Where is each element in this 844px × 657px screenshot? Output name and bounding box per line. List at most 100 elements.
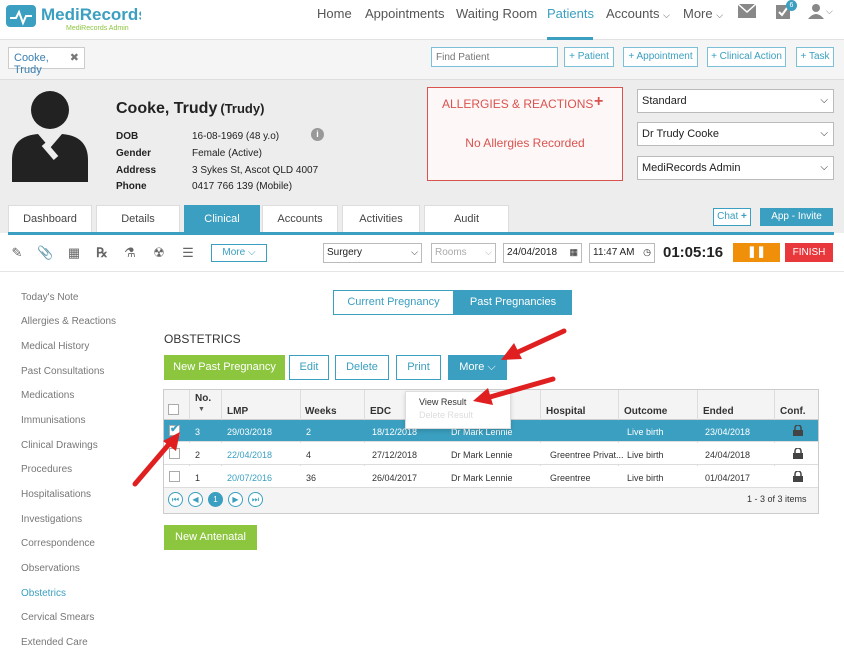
tab-dashboard[interactable]: Dashboard	[8, 205, 92, 233]
chevron-down-icon: ⌵	[485, 247, 492, 257]
delete-button[interactable]: Delete	[335, 355, 389, 380]
sidebar-item-medications[interactable]: Medications	[21, 390, 74, 401]
add-clinical-action-button[interactable]: + Clinical Action	[707, 47, 786, 67]
sidebar-item-obstetrics[interactable]: Obstetrics	[21, 588, 66, 599]
radiation-icon[interactable]: ☢	[151, 245, 167, 261]
sidebar-item-clinical-drawings[interactable]: Clinical Drawings	[21, 440, 98, 451]
gender-value: Female (Active)	[192, 148, 263, 159]
header-edc[interactable]: EDC	[370, 406, 391, 417]
sidebar-item-immunisations[interactable]: Immunisations	[21, 415, 85, 426]
rooms-select[interactable]: Rooms ⌵	[431, 243, 496, 263]
sidebar-item-cervical-smears[interactable]: Cervical Smears	[21, 612, 94, 623]
header-lmp[interactable]: LMP	[227, 406, 248, 417]
sidebar-item-observations[interactable]: Observations	[21, 563, 80, 574]
row-checkbox[interactable]	[169, 448, 180, 459]
header-no[interactable]: No.	[195, 393, 211, 404]
admin-select[interactable]: MediRecords Admin ⌵	[637, 156, 834, 180]
sidebar-item-procedures[interactable]: Procedures	[21, 464, 72, 475]
new-past-pregnancy-button[interactable]: New Past Pregnancy	[164, 355, 285, 380]
info-icon[interactable]: i	[311, 128, 324, 141]
header-hospital[interactable]: Hospital	[546, 406, 585, 417]
cell-lmp[interactable]: 29/03/2018	[227, 427, 272, 437]
sidebar-item-medical-history[interactable]: Medical History	[21, 341, 89, 352]
sidebar-item-past-consultations[interactable]: Past Consultations	[21, 366, 104, 377]
nav-accounts[interactable]: Accounts ⌵	[606, 6, 670, 21]
medirecords-logo[interactable]: MediRecords MediRecords Admin	[6, 2, 141, 36]
tab-audit[interactable]: Audit	[424, 205, 509, 233]
sidebar-item-investigations[interactable]: Investigations	[21, 514, 82, 525]
user-icon[interactable]	[808, 3, 824, 19]
clock-icon[interactable]: ◷	[643, 247, 651, 258]
nav-more[interactable]: More ⌵	[683, 6, 723, 21]
doctor-select[interactable]: Dr Trudy Cooke ⌵	[637, 122, 834, 146]
calendar-icon[interactable]: ▦	[569, 247, 578, 258]
header-conf[interactable]: Conf.	[780, 406, 806, 417]
header-ended[interactable]: Ended	[703, 406, 734, 417]
notes-icon[interactable]: ✎	[9, 245, 25, 261]
sidebar-item-allergies[interactable]: Allergies & Reactions	[21, 316, 116, 327]
last-page-icon[interactable]: ⏭	[248, 492, 263, 507]
view-result-menu-item[interactable]: View Result	[419, 397, 466, 407]
nav-home[interactable]: Home	[317, 6, 352, 21]
pause-icon: ❚❚	[747, 246, 766, 258]
sidebar-item-todays-note[interactable]: Today's Note	[21, 292, 79, 303]
add-patient-button[interactable]: + Patient	[564, 47, 614, 67]
nav-waiting-room[interactable]: Waiting Room	[456, 6, 537, 21]
sidebar-item-extended-care[interactable]: Extended Care	[21, 637, 88, 648]
location-select[interactable]: Surgery ⌵	[323, 243, 422, 263]
edit-button[interactable]: Edit	[289, 355, 329, 380]
tab-accounts[interactable]: Accounts	[262, 205, 338, 233]
cell-lmp[interactable]: 22/04/2018	[227, 450, 272, 460]
toolbar-more-button[interactable]: More ⌵	[211, 244, 267, 262]
toolbar-more-label: More	[222, 247, 246, 258]
new-antenatal-button[interactable]: New Antenatal	[164, 525, 257, 550]
tab-clinical[interactable]: Clinical	[184, 205, 260, 233]
add-appointment-button[interactable]: + Appointment	[623, 47, 698, 67]
next-page-icon[interactable]: ▶	[228, 492, 243, 507]
nav-patients[interactable]: Patients	[547, 6, 594, 21]
sidebar-item-hospitalisations[interactable]: Hospitalisations	[21, 489, 91, 500]
nav-appointments[interactable]: Appointments	[365, 6, 445, 21]
header-outcome[interactable]: Outcome	[624, 406, 667, 417]
past-pregnancies-toggle[interactable]: Past Pregnancies	[454, 290, 572, 315]
current-page-button[interactable]: 1	[208, 492, 223, 507]
add-task-button[interactable]: + Task	[796, 47, 834, 67]
more-button[interactable]: More ⌵	[448, 355, 507, 380]
find-patient-input[interactable]	[431, 47, 558, 67]
print-button[interactable]: Print	[396, 355, 441, 380]
prev-page-icon[interactable]: ◀	[188, 492, 203, 507]
finish-button[interactable]: FINISH	[785, 243, 833, 262]
chevron-down-icon[interactable]: ⌵	[826, 6, 833, 17]
sidebar-item-correspondence[interactable]: Correspondence	[21, 538, 95, 549]
tab-activities[interactable]: Activities	[342, 205, 420, 233]
mail-icon[interactable]	[738, 4, 756, 18]
table-row[interactable]: 1 20/07/2016 36 26/04/2017 Dr Mark Lenni…	[164, 466, 818, 488]
delete-result-menu-item[interactable]: Delete Result	[419, 410, 473, 420]
first-page-icon[interactable]: ⏮	[168, 492, 183, 507]
patient-full-name: Cooke, Trudy	[116, 100, 218, 117]
row-checkbox[interactable]: ✔	[169, 423, 180, 436]
cell-ended: 23/04/2018	[705, 427, 751, 437]
select-all-checkbox[interactable]	[168, 404, 179, 415]
pause-button[interactable]: ❚❚	[733, 243, 780, 262]
prescription-icon[interactable]: ℞	[94, 245, 110, 261]
app-invite-button[interactable]: App - Invite	[760, 208, 833, 226]
add-allergy-button[interactable]: +	[594, 93, 603, 111]
calc-icon[interactable]: ▦	[66, 245, 82, 261]
row-checkbox[interactable]	[169, 471, 180, 482]
current-pregnancy-toggle[interactable]: Current Pregnancy	[333, 290, 454, 315]
stack-icon[interactable]: ☰	[180, 245, 196, 261]
lab-icon[interactable]: ⚗	[122, 245, 138, 261]
time-input[interactable]: 11:47 AM ◷	[589, 243, 655, 263]
tasks-badge: 6	[786, 0, 797, 11]
open-patient-tab[interactable]: Cooke, Trudy ✖	[8, 47, 85, 76]
date-input[interactable]: 24/04/2018 ▦	[503, 243, 582, 263]
chat-button[interactable]: Chat +	[713, 208, 751, 226]
header-weeks[interactable]: Weeks	[305, 406, 337, 417]
template-select[interactable]: Standard ⌵	[637, 89, 834, 113]
table-row[interactable]: 2 22/04/2018 4 27/12/2018 Dr Mark Lennie…	[164, 443, 818, 465]
close-icon[interactable]: ✖	[70, 51, 79, 64]
tab-details[interactable]: Details	[96, 205, 180, 233]
attach-icon[interactable]: 📎	[37, 245, 53, 261]
cell-lmp[interactable]: 20/07/2016	[227, 473, 272, 483]
